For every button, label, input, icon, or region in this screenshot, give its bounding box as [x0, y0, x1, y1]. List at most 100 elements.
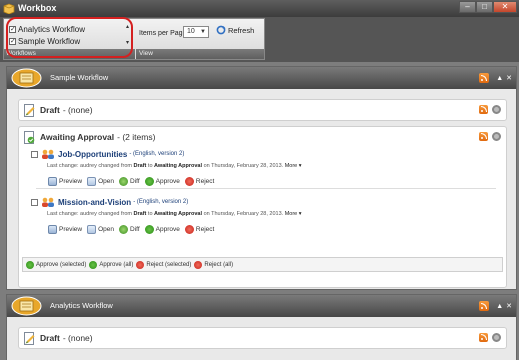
open-button[interactable]: Open: [87, 225, 114, 234]
collapse-icon[interactable]: ▲: [496, 303, 503, 310]
item-meta: - (English, version 2): [129, 151, 185, 157]
more-dropdown[interactable]: More ▾: [285, 163, 302, 169]
action-label: Diff: [130, 178, 140, 185]
approval-document-icon: [24, 130, 35, 144]
panel-title: Analytics Workflow: [50, 301, 113, 310]
rss-icon[interactable]: [479, 333, 488, 342]
workflow-item: Mission-and-Vision - (English, version 2…: [31, 196, 491, 236]
diff-button[interactable]: Diff: [119, 225, 140, 234]
reject-button[interactable]: Reject: [184, 177, 215, 186]
collapse-icon[interactable]: ▲: [496, 75, 503, 82]
open-icon: [87, 225, 97, 234]
diff-button[interactable]: Diff: [119, 177, 140, 186]
refresh-button[interactable]: Refresh: [216, 25, 254, 35]
panel-controls: ▲ ✕: [479, 301, 512, 311]
section-header: Draft - (none): [24, 100, 93, 120]
open-icon: [87, 177, 97, 186]
change-to: Awaiting Approval: [154, 163, 203, 169]
item-last-change: Last change: audrey changed from Draft t…: [47, 211, 302, 217]
section-count: - (2 items): [117, 132, 156, 142]
panel-header: Sample Workflow ▲ ✕: [7, 67, 516, 89]
item-header: Job-Opportunities - (English, version 2): [31, 148, 184, 160]
close-panel-icon[interactable]: ✕: [506, 302, 512, 310]
items-per-page-label: Items per Page:: [139, 30, 189, 37]
approve-icon: [144, 225, 154, 234]
item-checkbox[interactable]: [31, 198, 38, 206]
draft-document-icon: [24, 331, 35, 345]
more-dropdown[interactable]: More ▾: [285, 211, 302, 217]
section-count: - (none): [62, 333, 93, 343]
item-last-change: Last change: audrey changed from Draft t…: [47, 163, 302, 169]
approve-icon: [89, 260, 98, 269]
preview-button[interactable]: Preview: [48, 225, 82, 234]
settings-gear-icon[interactable]: [492, 105, 501, 114]
view-group: Items per Page: 10 ▼ Refresh: [136, 19, 264, 51]
rss-icon[interactable]: [479, 73, 490, 83]
draft-section: Draft - (none): [18, 327, 507, 349]
settings-gear-icon[interactable]: [492, 333, 501, 342]
bulk-actions-bar: Approve (selected) Approve (all) Reject …: [22, 257, 503, 272]
reject-button[interactable]: Reject: [184, 225, 215, 234]
items-per-page-select[interactable]: 10 ▼: [183, 26, 209, 38]
action-label: Reject: [195, 226, 215, 233]
action-label: Preview: [59, 178, 83, 185]
action-label: Reject: [195, 178, 215, 185]
section-header: Draft - (none): [24, 328, 93, 348]
diff-icon: [119, 225, 129, 234]
open-button[interactable]: Open: [87, 177, 114, 186]
maximize-button[interactable]: □: [476, 1, 493, 13]
close-button[interactable]: ✕: [493, 1, 517, 13]
reject-icon: [184, 177, 194, 186]
bulk-action-label: Approve (all): [99, 261, 134, 268]
draft-document-icon: [24, 103, 35, 117]
item-meta: - (English, version 2): [133, 199, 189, 205]
workbox-app-icon: [3, 3, 15, 14]
action-label: Diff: [130, 226, 140, 233]
change-to-word: to: [147, 163, 153, 169]
section-count: - (none): [62, 105, 93, 115]
approve-button[interactable]: Approve: [144, 225, 180, 234]
workbox-main: Sample Workflow ▲ ✕ Draft - (none) Await…: [0, 62, 519, 360]
rss-icon[interactable]: [479, 132, 488, 141]
item-divider: [36, 188, 496, 189]
preview-icon: [48, 177, 57, 186]
window-title: Workbox: [18, 3, 57, 13]
title-bar: Workbox – □ ✕: [0, 0, 519, 17]
action-label: Open: [98, 178, 115, 185]
preview-button[interactable]: Preview: [48, 177, 82, 186]
items-per-page-value: 10: [187, 28, 195, 35]
item-actions: Preview Open Diff Approve Reject: [48, 225, 219, 234]
minimize-button[interactable]: –: [459, 1, 476, 13]
item-checkbox[interactable]: [31, 150, 38, 158]
settings-gear-icon[interactable]: [492, 132, 501, 141]
change-to: Awaiting Approval: [154, 211, 203, 217]
sample-workflow-panel: Sample Workflow ▲ ✕ Draft - (none) Await…: [6, 66, 517, 290]
section-header: Awaiting Approval - (2 items): [24, 127, 155, 147]
dropdown-arrow-icon: ▼: [200, 29, 206, 35]
action-label: Open: [98, 226, 115, 233]
panel-controls: ▲ ✕: [479, 73, 512, 83]
reject-icon: [184, 225, 194, 234]
rss-icon[interactable]: [479, 105, 488, 114]
approve-all-button[interactable]: Approve (all): [89, 260, 134, 269]
change-suffix: on Thursday, February 28, 2013.: [203, 163, 284, 169]
item-header: Mission-and-Vision - (English, version 2…: [31, 196, 188, 208]
approve-selected-button[interactable]: Approve (selected): [26, 260, 86, 269]
close-panel-icon[interactable]: ✕: [506, 74, 512, 82]
action-label: Approve: [155, 178, 180, 185]
rss-icon[interactable]: [479, 301, 490, 311]
bulk-action-label: Reject (selected): [146, 261, 192, 268]
panel-header: Analytics Workflow ▲ ✕: [7, 295, 516, 317]
workflow-logo-icon: [11, 296, 42, 316]
refresh-icon: [216, 25, 226, 35]
draft-section: Draft - (none): [18, 99, 507, 121]
approve-button[interactable]: Approve: [144, 177, 180, 186]
item-title-link[interactable]: Job-Opportunities: [58, 150, 127, 159]
reject-all-button[interactable]: Reject (all): [194, 260, 233, 269]
people-icon: [42, 149, 54, 159]
item-title-link[interactable]: Mission-and-Vision: [58, 198, 131, 207]
reject-selected-button[interactable]: Reject (selected): [136, 260, 192, 269]
change-to-word: to: [147, 211, 153, 217]
people-icon: [42, 197, 54, 207]
section-title: Awaiting Approval: [40, 132, 115, 142]
